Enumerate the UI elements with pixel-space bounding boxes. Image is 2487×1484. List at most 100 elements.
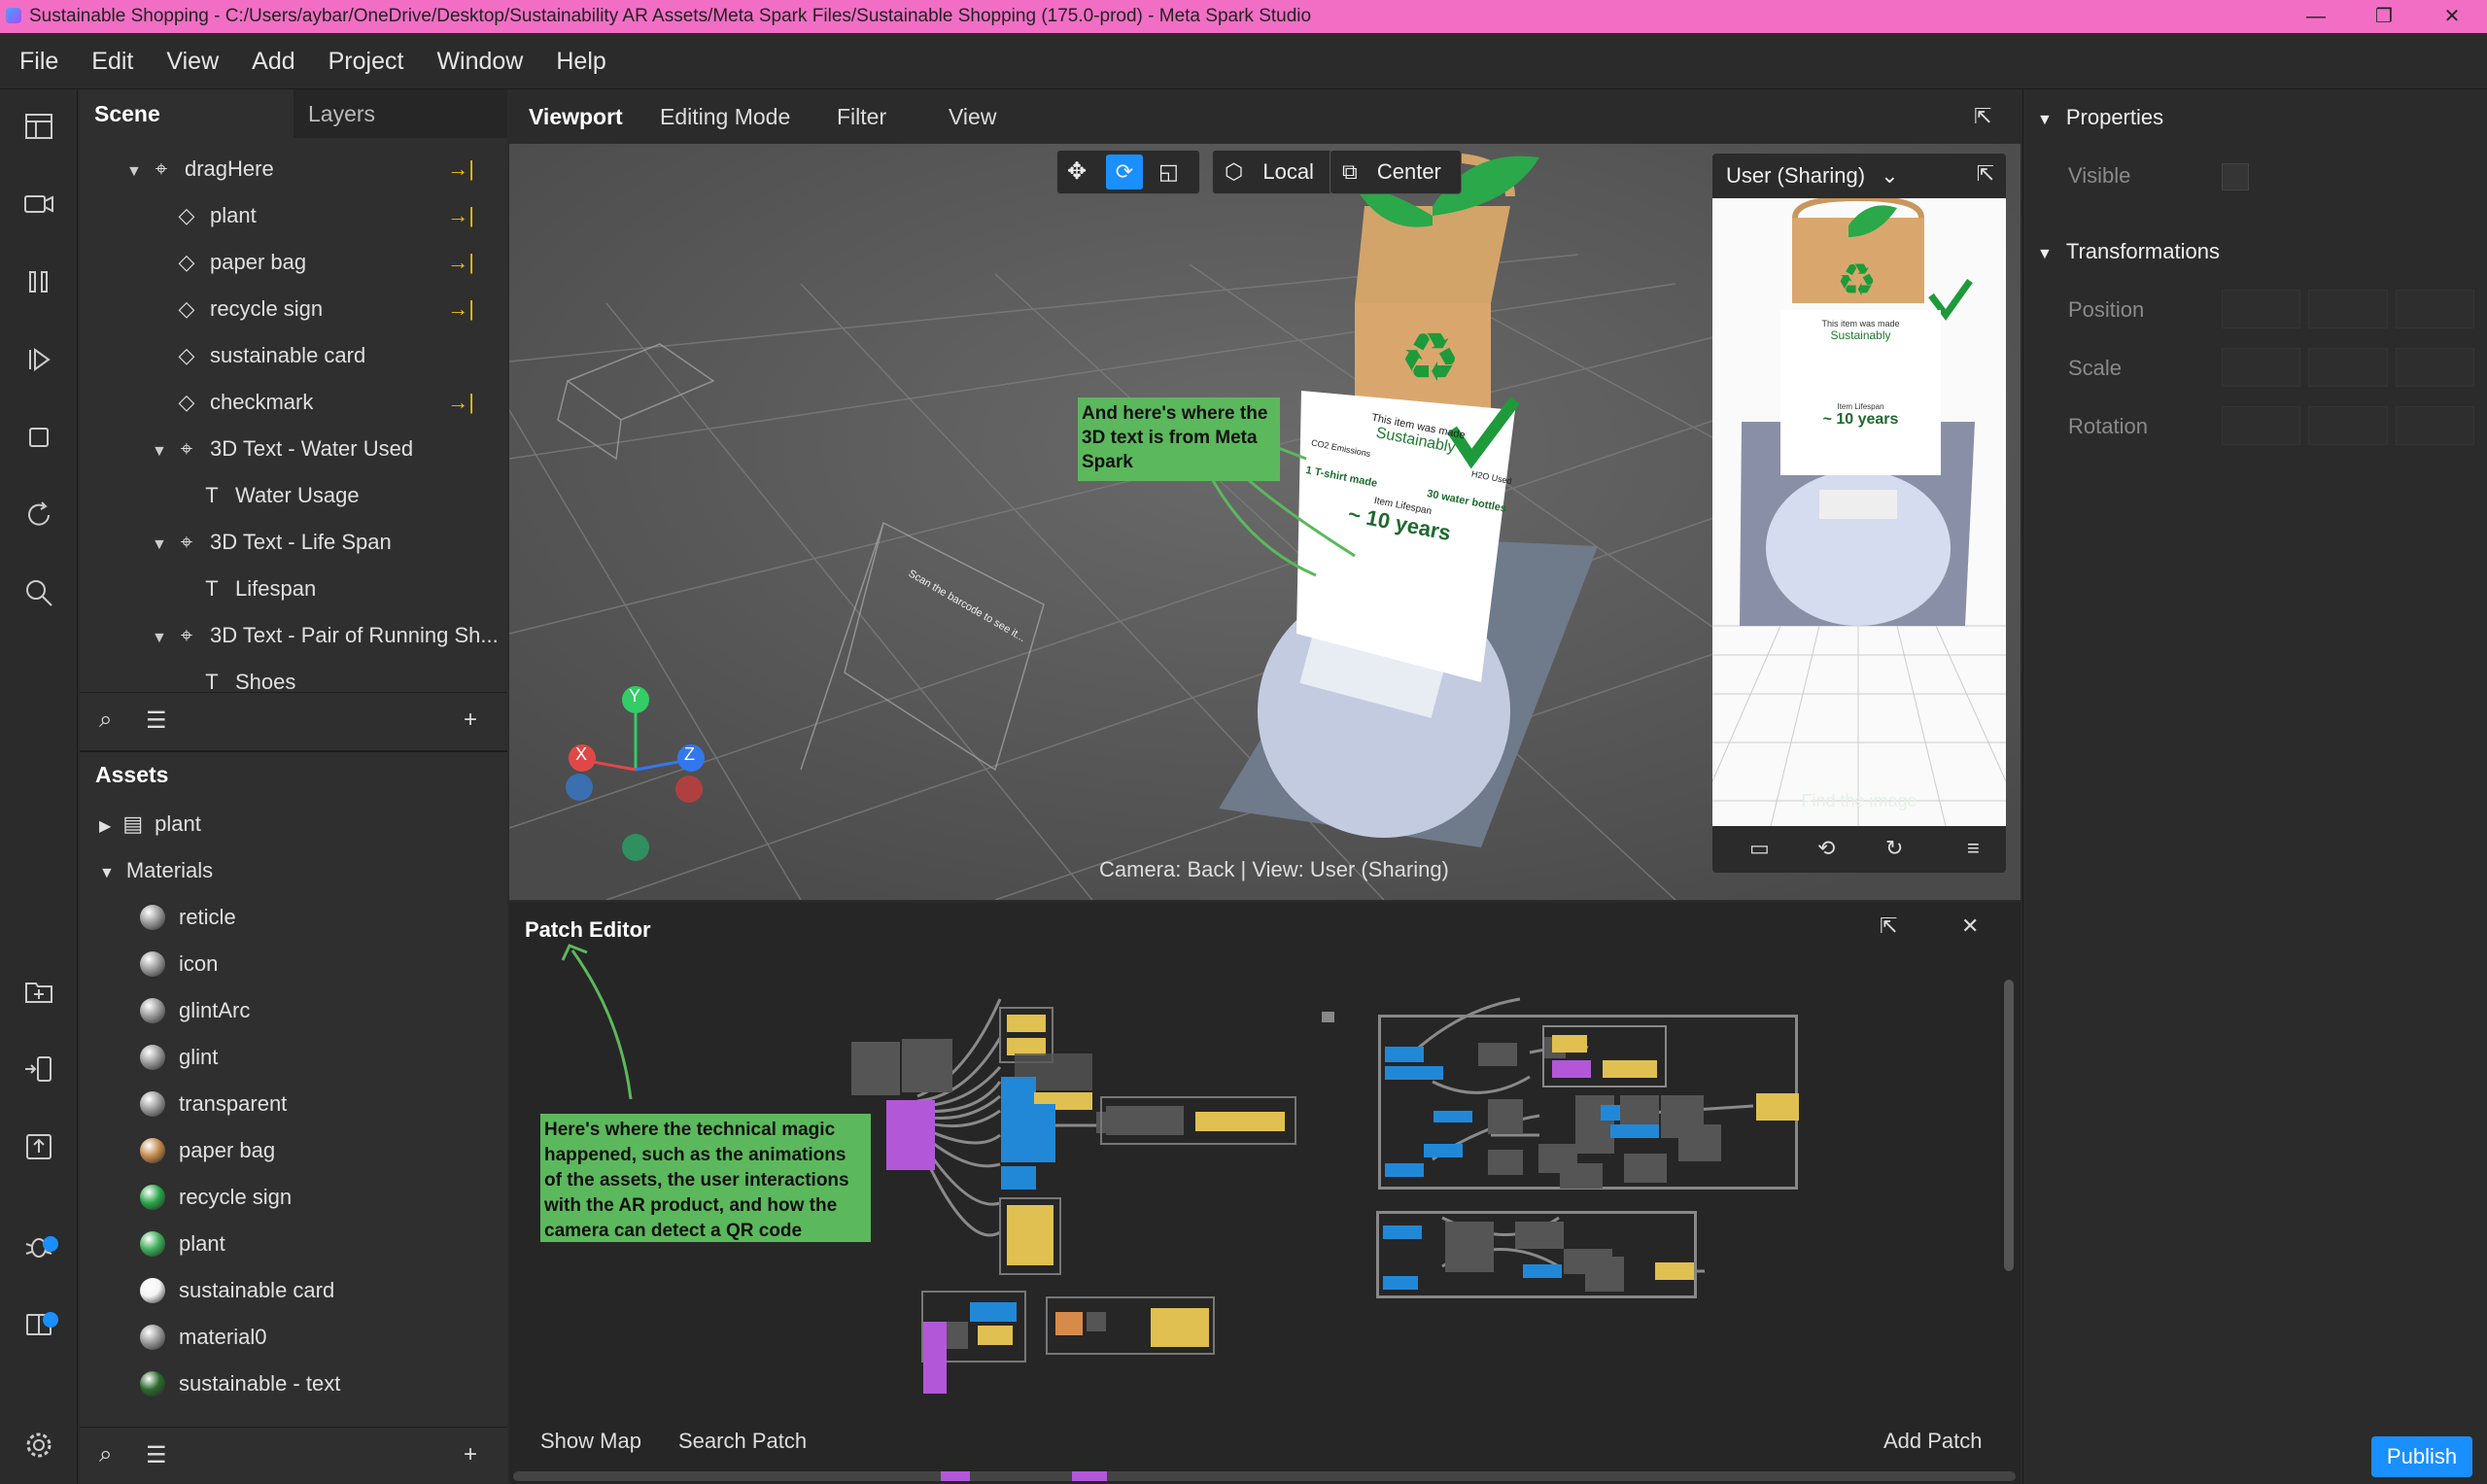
tab-layers[interactable]: Layers <box>294 89 507 138</box>
asset-item[interactable]: reticle <box>140 896 507 939</box>
scene-tree-item[interactable]: ◇ plant →| <box>152 194 496 237</box>
scene-tree-item[interactable]: ▼ ⌖ dragHere →| <box>126 148 496 190</box>
patch-group[interactable] <box>1378 1015 1799 1190</box>
asset-item[interactable]: glintArc <box>140 989 507 1032</box>
scene-tree-item[interactable]: ▼ ⌖ 3D Text - Life Span <box>152 521 496 564</box>
step-forward-icon[interactable] <box>19 340 58 379</box>
move-tool-icon[interactable]: ✥ <box>1067 151 1087 193</box>
properties-section[interactable]: ▼ Properties <box>2037 105 2163 130</box>
patch-link-icon[interactable]: →| <box>447 148 474 190</box>
patch-group[interactable] <box>1100 1096 1296 1145</box>
preview-view-selector[interactable]: User (Sharing) ⌄ <box>1726 163 1899 189</box>
rotate-device-icon[interactable]: ↻ <box>1885 836 1903 861</box>
publish-button[interactable]: Publish <box>2371 1436 2472 1477</box>
add-asset-icon[interactable]: + <box>464 1441 477 1468</box>
rotation-fields[interactable] <box>2222 406 2474 445</box>
menu-project[interactable]: Project <box>309 33 418 89</box>
add-object-icon[interactable]: + <box>464 707 477 734</box>
menu-view[interactable]: View <box>147 33 232 89</box>
menu-file[interactable]: File <box>0 33 72 89</box>
patch-node[interactable] <box>1001 1166 1036 1190</box>
vertical-scrollbar[interactable] <box>2004 980 2014 1271</box>
export-icon[interactable] <box>19 1127 58 1166</box>
gizmo-x-label[interactable]: X <box>575 744 587 765</box>
local-button[interactable]: ⬡ Local <box>1212 150 1333 194</box>
settings-gear-icon[interactable] <box>19 1426 58 1465</box>
asset-item[interactable]: recycle sign <box>140 1176 507 1219</box>
search-icon[interactable]: ⌕ <box>99 1441 112 1468</box>
scale-tool-icon[interactable]: ◱ <box>1158 151 1179 193</box>
menu-help[interactable]: Help <box>536 33 619 89</box>
patch-link-icon[interactable]: →| <box>447 288 474 330</box>
tab-editing-mode[interactable]: Editing Mode <box>660 89 790 144</box>
asset-item[interactable]: ▶ ▤ plant <box>99 803 507 846</box>
position-fields[interactable] <box>2222 290 2474 328</box>
asset-item[interactable]: transparent <box>140 1083 507 1125</box>
expand-toggle-icon[interactable]: ▼ <box>152 617 171 660</box>
tab-scene[interactable]: Scene <box>80 89 294 138</box>
gizmo-z-label[interactable]: Z <box>684 744 695 765</box>
expand-toggle-icon[interactable]: ▼ <box>152 431 171 473</box>
scene-tree-item[interactable]: T Shoes <box>177 661 496 692</box>
expand-toggle-icon[interactable]: ▼ <box>152 524 171 567</box>
scale-fields[interactable] <box>2222 348 2474 387</box>
patch-editor[interactable]: Patch Editor ⇱ ✕ Here's where the techni… <box>509 902 2021 1484</box>
menu-icon[interactable]: ≡ <box>1967 836 1980 861</box>
video-camera-icon[interactable] <box>19 185 58 224</box>
rotate-tool-icon[interactable]: ⟳ <box>1106 155 1143 190</box>
patch-group[interactable] <box>1046 1296 1215 1355</box>
preview-screen[interactable]: ♻ This item was made Sustainably Item Li… <box>1712 198 2006 826</box>
tab-viewport[interactable]: Viewport <box>529 89 623 144</box>
expand-toggle-icon[interactable]: ▼ <box>126 151 146 193</box>
search-icon[interactable] <box>19 573 58 612</box>
asset-item[interactable]: plant <box>140 1223 507 1265</box>
patch-node[interactable] <box>886 1100 935 1170</box>
asset-item[interactable]: glint <box>140 1036 507 1079</box>
scene-tree-item[interactable]: ▼ ⌖ 3D Text - Pair of Running Sh... <box>152 614 499 660</box>
asset-item[interactable]: ▼ Materials <box>99 849 507 892</box>
patch-link-icon[interactable]: →| <box>447 241 474 284</box>
horizontal-scrollbar[interactable] <box>513 1471 2016 1481</box>
patch-node[interactable] <box>1001 1077 1036 1104</box>
asset-item[interactable]: sustainable - text <box>140 1363 507 1405</box>
scene-tree-item[interactable]: ◇ checkmark →| <box>152 381 496 424</box>
search-icon[interactable]: ⌕ <box>99 707 112 734</box>
search-patch-button[interactable]: Search Patch <box>678 1429 807 1454</box>
scene-tree-item[interactable]: ◇ paper bag →| <box>152 241 496 284</box>
patch-link-icon[interactable]: →| <box>447 381 474 424</box>
switch-camera-icon[interactable]: ⟲ <box>1817 836 1835 861</box>
patch-group[interactable] <box>999 1197 1061 1275</box>
filter-icon[interactable]: ☰ <box>146 1441 167 1469</box>
minimize-button[interactable]: — <box>2282 0 2350 33</box>
tab-view[interactable]: View <box>949 89 996 144</box>
visible-checkbox[interactable] <box>2222 163 2249 190</box>
expand-toggle-icon[interactable]: ▶ <box>99 818 111 835</box>
pop-out-icon[interactable]: ⇱ <box>1974 89 1991 144</box>
scene-tree-item[interactable]: T Water Usage <box>177 474 496 517</box>
tab-filter[interactable]: Filter <box>837 89 886 144</box>
gizmo-y-label[interactable]: Y <box>629 686 640 707</box>
viewport[interactable]: Scan the barcode to see it... ♻ Viewport… <box>509 89 2021 900</box>
stop-icon[interactable] <box>19 418 58 457</box>
pause-icon[interactable] <box>19 262 58 301</box>
patch-node[interactable] <box>923 1322 947 1394</box>
expand-toggle-icon[interactable]: ▼ <box>99 865 115 881</box>
asset-item[interactable]: icon <box>140 943 507 985</box>
patch-group[interactable] <box>1376 1211 1697 1298</box>
pop-out-icon[interactable]: ⇱ <box>1977 161 1994 187</box>
patch-node[interactable] <box>1001 1104 1055 1162</box>
import-asset-icon[interactable] <box>19 972 58 1011</box>
refresh-icon[interactable] <box>19 496 58 535</box>
asset-item[interactable]: paper bag <box>140 1129 507 1172</box>
menu-edit[interactable]: Edit <box>72 33 147 89</box>
close-window-button[interactable]: ✕ <box>2418 0 2486 33</box>
show-map-button[interactable]: Show Map <box>540 1429 641 1454</box>
asset-item[interactable]: material0 <box>140 1316 507 1359</box>
layout-icon[interactable] <box>19 107 58 146</box>
video-camera-icon[interactable]: ▭ <box>1749 836 1770 861</box>
transformations-section[interactable]: ▼ Transformations <box>2037 239 2220 264</box>
center-button[interactable]: ⧉ Center <box>1330 150 1462 194</box>
maximize-button[interactable]: ❐ <box>2350 0 2418 33</box>
scene-tree-item[interactable]: T Lifespan <box>177 568 496 610</box>
scene-tree-item[interactable]: ◇ sustainable card <box>152 334 496 377</box>
